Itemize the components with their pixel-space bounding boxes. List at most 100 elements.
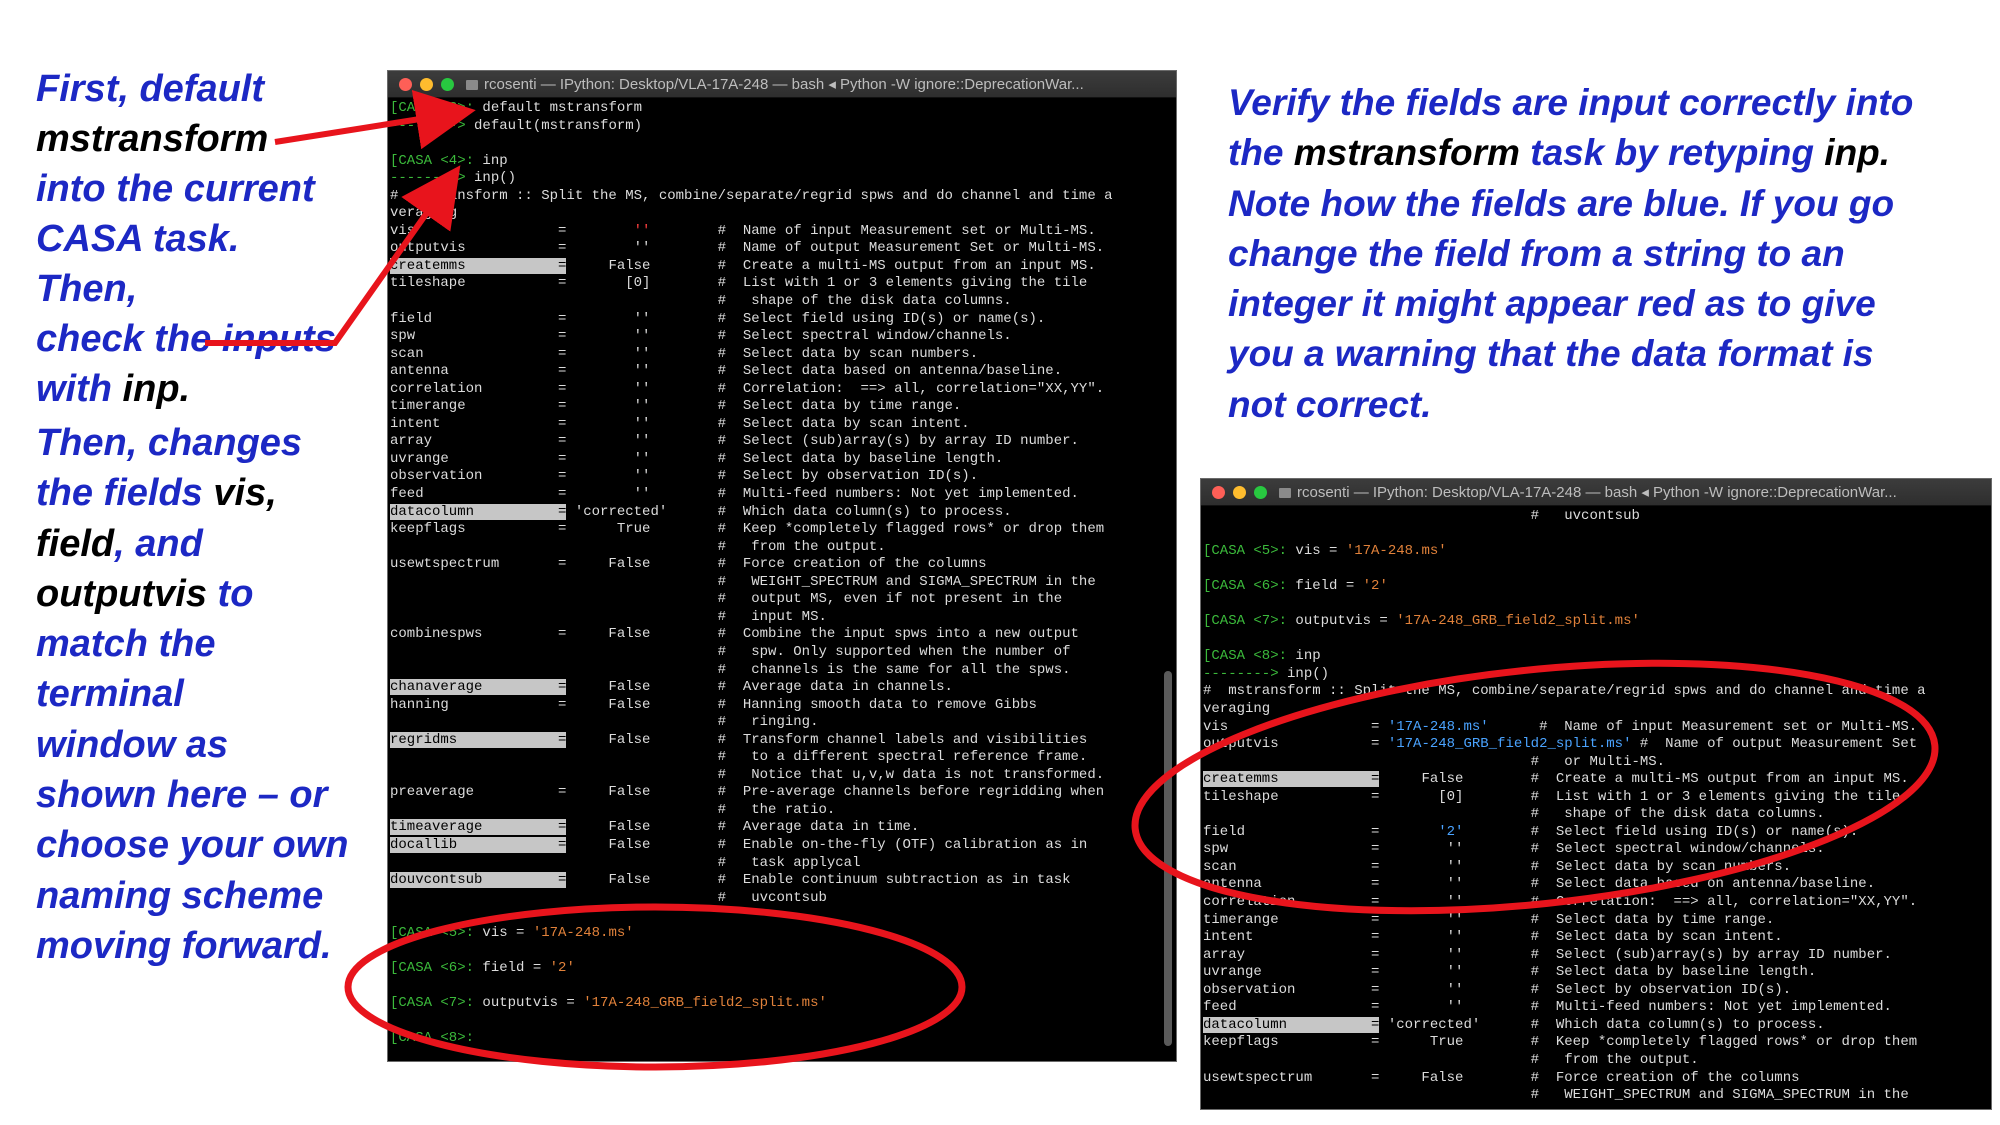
terminal-output[interactable]: # uvcontsub [CASA <5>: vis = '17A-248.ms… (1201, 506, 1991, 1105)
note-line: field, and (36, 519, 356, 569)
terminal-line: # shape of the disk data columns. (390, 293, 1012, 310)
terminal-line: intent = '' # Select data by scan intent… (390, 415, 970, 432)
terminal-line: --------> inp() (1203, 665, 1330, 682)
note-keyword-mstransform: mstransform (1293, 132, 1520, 174)
zoom-window-button[interactable] (441, 77, 454, 91)
note-line: First, default (36, 68, 265, 110)
terminal-line: [CASA <7>: outputvis = '17A-248_GRB_fiel… (390, 994, 827, 1011)
terminal-line: usewtspectrum = False # Force creation o… (1203, 1069, 1800, 1086)
terminal-line: correlation = '' # Correlation: ==> all,… (1203, 894, 1918, 911)
terminal-line: hanning = False # Hanning smooth data to… (390, 696, 1037, 713)
note-keyword-vis: vis, (213, 472, 277, 515)
terminal-line: observation = '' # Select by observation… (1203, 981, 1792, 998)
terminal-line: # task applycal (390, 854, 861, 871)
terminal-line: # from the output. (1203, 1051, 1699, 1068)
terminal-line: combinespws = False # Combine the input … (390, 626, 1079, 643)
instruction-note-verify: Verify the fields are input correctly in… (1228, 78, 1948, 430)
terminal-line: createmms = False # Create a multi-MS ou… (390, 257, 1096, 274)
note-line: Verify the fields are input correctly in… (1228, 82, 1914, 123)
note-line: the fields vis, (36, 468, 356, 518)
terminal-line: vis = '' # Name of input Measurement set… (390, 222, 1096, 239)
terminal-line: # to a different spectral reference fram… (390, 749, 1088, 766)
note-line: change the field from a string to an (1228, 232, 1845, 274)
terminal-line: field = '2' # Select field using ID(s) o… (1203, 823, 1859, 840)
terminal-line: # uvcontsub (1203, 508, 1640, 524)
terminal-output[interactable]: [CASA <3>: default mstransform --------> … (388, 98, 1176, 1048)
terminal-line: [CASA <5>: vis = '17A-248.ms' (390, 924, 634, 941)
note-text: the (1228, 132, 1284, 174)
note-text: , and (114, 522, 203, 565)
terminal-line: spw = '' # Select spectral window/channe… (1203, 841, 1825, 858)
terminal-line: antenna = '' # Select data based on ante… (1203, 876, 1876, 893)
terminal-line: feed = '' # Multi-feed numbers: Not yet … (1203, 999, 1892, 1016)
terminal-window-1[interactable]: rcosenti — IPython: Desktop/VLA-17A-248 … (387, 70, 1177, 1062)
minimize-window-button[interactable] (420, 77, 433, 91)
terminal-line: array = '' # Select (sub)array(s) by arr… (390, 433, 1079, 450)
close-window-button[interactable] (1212, 485, 1225, 499)
terminal-line: # input MS. (390, 608, 827, 625)
terminal-line: [CASA <3>: default mstransform (390, 100, 643, 116)
terminal-line: # mstransform :: Split the MS, combine/s… (1203, 683, 1926, 700)
instruction-note-default: First, default mstransform into the curr… (36, 64, 336, 414)
note-line: shown here – or (36, 774, 328, 817)
terminal-window-2[interactable]: rcosenti — IPython: Desktop/VLA-17A-248 … (1200, 478, 1992, 1110)
terminal-line: # from the output. (390, 538, 886, 555)
note-line: integer it might appear red as to give (1228, 283, 1876, 325)
terminal-title-text: rcosenti — IPython: Desktop/VLA-17A-248 … (1297, 484, 1897, 501)
terminal-line: datacolumn = 'corrected' # Which data co… (390, 503, 1012, 520)
zoom-window-button[interactable] (1254, 485, 1267, 499)
terminal-line: intent = '' # Select data by scan intent… (1203, 929, 1783, 946)
terminal-line: uvrange = '' # Select data by baseline l… (390, 450, 1004, 467)
note-line: CASA task. Then, (36, 218, 240, 310)
note-line: not correct. (1228, 383, 1432, 425)
terminal-line: [CASA <6>: field = '2' (1203, 578, 1388, 595)
terminal-line: # spw. Only supported when the number of (390, 643, 1071, 660)
terminal-title-text: rcosenti — IPython: Desktop/VLA-17A-248 … (484, 76, 1084, 93)
note-line: with inp. (36, 364, 336, 414)
terminal-line: # Notice that u,v,w data is not transfor… (390, 766, 1105, 783)
note-text: to (217, 572, 254, 615)
close-window-button[interactable] (399, 77, 412, 91)
terminal-line: antenna = '' # Select data based on ante… (390, 363, 1063, 380)
terminal-line: observation = '' # Select by observation… (390, 468, 979, 485)
folder-icon (466, 80, 478, 91)
terminal-titlebar[interactable]: rcosenti — IPython: Desktop/VLA-17A-248 … (388, 71, 1176, 98)
terminal-line: # ringing. (390, 714, 819, 731)
terminal-line: scan = '' # Select data by scan numbers. (1203, 858, 1792, 875)
terminal-line: tileshape = [0] # List with 1 or 3 eleme… (1203, 788, 1901, 805)
instruction-note-change-fields: Then, changes the fields vis, field, and… (36, 418, 356, 971)
terminal-scrollbar[interactable] (1164, 671, 1172, 1046)
terminal-line: [CASA <6>: field = '2' (390, 959, 575, 976)
folder-icon (1279, 488, 1291, 499)
terminal-line: # mstransform :: Split the MS, combine/s… (390, 187, 1113, 204)
note-text: with (36, 368, 112, 410)
terminal-line: [CASA <8>: inp (1203, 648, 1321, 665)
terminal-title: rcosenti — IPython: Desktop/VLA-17A-248 … (466, 75, 1084, 93)
terminal-line: vis = '17A-248.ms' # Name of input Measu… (1203, 718, 1918, 735)
note-line: terminal (36, 673, 184, 716)
terminal-line: array = '' # Select (sub)array(s) by arr… (1203, 946, 1892, 963)
terminal-line: regridms = False # Transform channel lab… (390, 731, 1088, 748)
note-line: moving forward. (36, 924, 332, 967)
minimize-window-button[interactable] (1233, 485, 1246, 499)
terminal-line: [CASA <7>: outputvis = '17A-248_GRB_fiel… (1203, 613, 1640, 630)
note-keyword-inp: inp. (122, 368, 191, 410)
terminal-line: # output MS, even if not present in the (390, 591, 1063, 608)
terminal-line: field = '' # Select field using ID(s) or… (390, 310, 1046, 327)
note-line: naming scheme (36, 874, 324, 917)
terminal-line: [CASA <8>: (390, 1029, 475, 1046)
terminal-line: timerange = '' # Select data by time ran… (1203, 911, 1775, 928)
terminal-titlebar[interactable]: rcosenti — IPython: Desktop/VLA-17A-248 … (1201, 479, 1991, 506)
terminal-line: feed = '' # Multi-feed numbers: Not yet … (390, 486, 1079, 503)
terminal-line: outputvis = '17A-248_GRB_field2_split.ms… (1203, 736, 1918, 753)
terminal-line: chanaverage = False # Average data in ch… (390, 679, 953, 696)
note-text: task by retyping (1530, 132, 1815, 174)
note-keyword-field: field (36, 522, 115, 565)
note-line: window as (36, 723, 229, 766)
